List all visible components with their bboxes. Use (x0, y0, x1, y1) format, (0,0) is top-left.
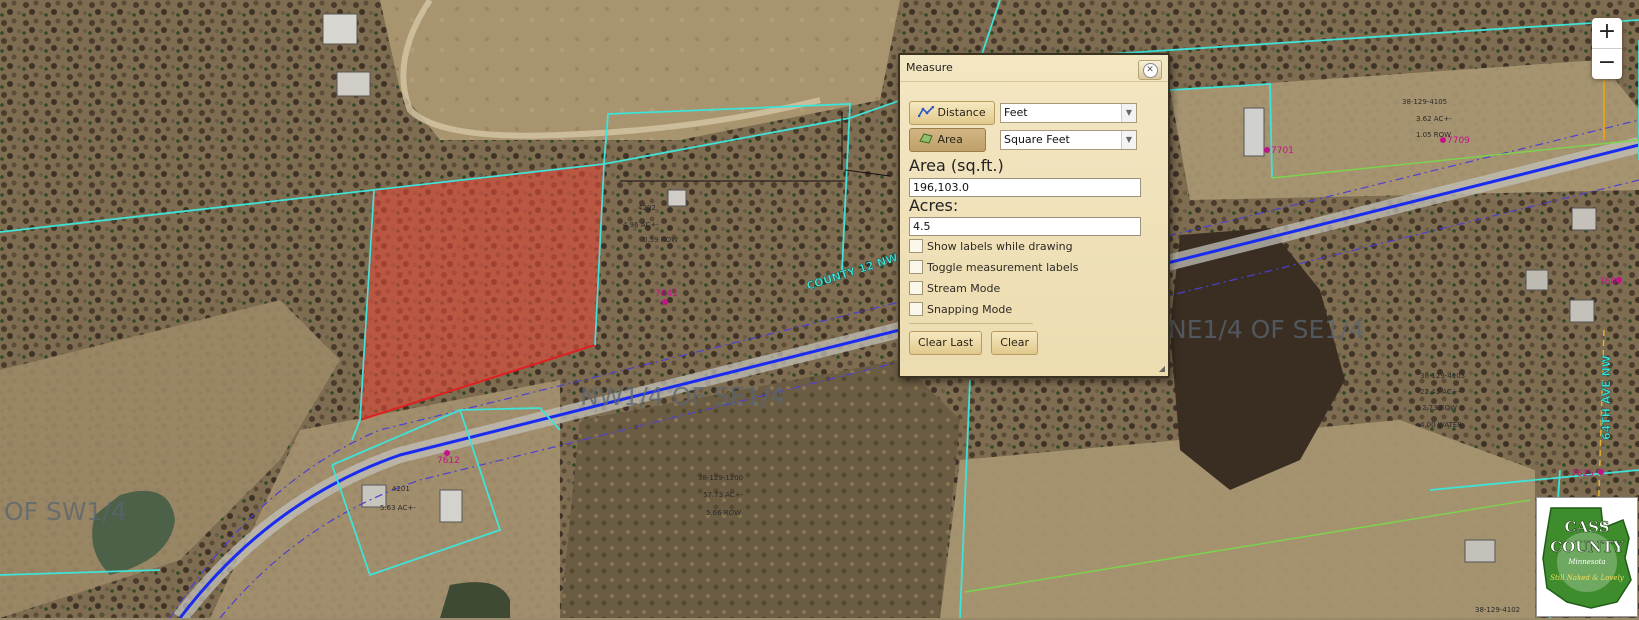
area-unit-select[interactable]: Square Feet ▼ (1000, 130, 1137, 150)
checkbox-label: Toggle measurement labels (927, 261, 1079, 274)
distance-unit-value: Feet (1004, 106, 1028, 119)
quarter-label-ne-se: NE1/4 OF SE1/4 (1168, 315, 1365, 344)
address-point-label: 7681 (1599, 277, 1622, 287)
toggle-labels-checkbox[interactable]: Toggle measurement labels (909, 260, 1078, 276)
zoom-in-button[interactable]: + (1592, 18, 1622, 48)
building (1569, 299, 1595, 323)
close-button[interactable]: ✕ (1138, 60, 1162, 80)
building (322, 13, 358, 45)
measure-panel: Measure ✕ Distance Feet ▼ Area Square Fe… (898, 53, 1170, 378)
quarter-label-nw-se: NW1/4 OF SE1/4 (580, 382, 786, 411)
road-label-64th: 64TH AVE NW (1600, 355, 1613, 440)
address-point-label: 7701 (1271, 146, 1294, 156)
checkbox-box[interactable] (909, 239, 923, 253)
building (667, 189, 687, 207)
parcel-note: 38-129-4103 (1420, 372, 1465, 380)
area-polygon-icon (919, 133, 933, 144)
zoom-control: + − (1592, 18, 1622, 79)
county-seal-graphic: CASS COUNTY Minnesota Still Naked & Love… (1542, 507, 1632, 609)
show-labels-checkbox[interactable]: Show labels while drawing (909, 239, 1073, 255)
area-result-title: Area (sq.ft.) (909, 156, 1004, 175)
address-point-label: 7641 (655, 289, 678, 299)
chevron-down-icon: ▼ (1121, 131, 1136, 149)
parcel-note: 38-129-1200 (698, 474, 743, 482)
area-tool-button[interactable]: Area (909, 128, 986, 152)
logo-line-minnesota: Minnesota (1567, 558, 1605, 566)
parcel-note: 4201 (392, 485, 410, 493)
area-result-field[interactable]: 196,103.0 (909, 178, 1141, 197)
parcel-note: 0.59 ROW (643, 236, 678, 244)
area-tool-label: Area (937, 133, 963, 146)
divider (909, 323, 1033, 324)
building (1525, 269, 1549, 291)
quarter-label-sw: OF SW1/4 (4, 497, 127, 526)
parcel-note: 38-129-4105 (1402, 98, 1447, 106)
address-point-marker[interactable] (662, 299, 668, 305)
address-point-marker[interactable] (1264, 147, 1270, 153)
parcel-note: 4.96 AC+- (623, 221, 659, 229)
snapping-mode-checkbox[interactable]: Snapping Mode (909, 302, 1012, 318)
area-unit-value: Square Feet (1004, 133, 1070, 146)
parcel-note: 3.62 AC+- (1416, 115, 1452, 123)
building (1571, 207, 1597, 231)
close-circle-icon: ✕ (1142, 63, 1158, 78)
resize-grip-icon[interactable]: ◢ (1159, 364, 1165, 373)
measure-panel-title: Measure (900, 55, 1168, 82)
distance-tool-label: Distance (937, 106, 986, 119)
acres-result-field[interactable]: 4.5 (909, 217, 1141, 236)
parcel-note: 4202 (638, 204, 656, 212)
checkbox-box[interactable] (909, 281, 923, 295)
stream-mode-checkbox[interactable]: Stream Mode (909, 281, 1000, 297)
parcel-note: 5.63 AC+- (380, 504, 416, 512)
zoom-out-button[interactable]: − (1592, 48, 1622, 79)
parcel-note: 38-129-4102 (1475, 606, 1520, 614)
building (336, 71, 371, 97)
clear-button[interactable]: Clear (991, 331, 1039, 355)
building (1464, 539, 1496, 563)
checkbox-label: Snapping Mode (927, 303, 1013, 316)
logo-line-county: COUNTY (1550, 538, 1624, 556)
cass-county-logo: CASS COUNTY Minnesota Still Naked & Love… (1536, 497, 1638, 617)
chevron-down-icon: ▼ (1121, 104, 1136, 122)
parcel-note: 22.41 AC+- (1420, 388, 1461, 396)
map-canvas[interactable]: COUNTY 12 NW 64TH AVE NW NW1/4 OF SE1/4 … (0, 0, 1639, 618)
checkbox-box[interactable] (909, 260, 923, 274)
building (1243, 107, 1265, 157)
distance-line-icon (917, 105, 935, 118)
acres-result-title: Acres: (909, 196, 959, 215)
parcel-note: 1.05 ROW (1416, 131, 1451, 139)
parcel-note: 5.66 ROW (706, 509, 741, 517)
clear-last-button[interactable]: Clear Last (909, 331, 983, 355)
address-point-label: 7625 (1571, 469, 1594, 479)
building (439, 489, 463, 523)
logo-tagline: Still Naked & Lovely (1550, 574, 1625, 582)
logo-line-cass: CASS (1565, 518, 1610, 536)
distance-unit-select[interactable]: Feet ▼ (1000, 103, 1137, 123)
parcel-note: 57.73 AC+- (703, 491, 744, 499)
checkbox-label: Show labels while drawing (927, 240, 1073, 253)
address-point-marker[interactable] (1598, 469, 1604, 475)
parcel-note: 4.00 WATER (1420, 421, 1462, 429)
checkbox-box[interactable] (909, 302, 923, 316)
parcel-note: 2.73 ROW (1422, 404, 1457, 412)
address-point-label: 7612 (437, 456, 460, 466)
checkbox-label: Stream Mode (927, 282, 1001, 295)
distance-tool-button[interactable]: Distance (909, 101, 995, 125)
